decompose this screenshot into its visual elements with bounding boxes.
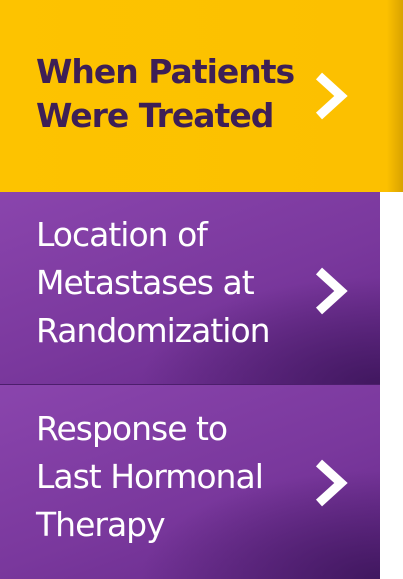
nav-item-response-to-last-hormonal-therapy[interactable]: Response to Last Hormonal Therapy xyxy=(0,385,380,579)
chevron-right-icon xyxy=(311,70,349,122)
nav-item-label: Location of Metastases at Randomization xyxy=(36,215,271,350)
nav-item-location-of-metastases[interactable]: Location of Metastases at Randomization xyxy=(0,192,380,385)
chevron-right-icon xyxy=(311,457,349,509)
nav-item-label: When Patients Were Treated xyxy=(36,52,295,135)
nav-item-label: Response to Last Hormonal Therapy xyxy=(36,409,264,544)
nav-item-when-patients-were-treated[interactable]: When Patients Were Treated xyxy=(0,0,403,192)
chevron-right-icon xyxy=(311,265,349,317)
subgroup-navigation: When Patients Were Treated Location of M… xyxy=(0,0,403,579)
